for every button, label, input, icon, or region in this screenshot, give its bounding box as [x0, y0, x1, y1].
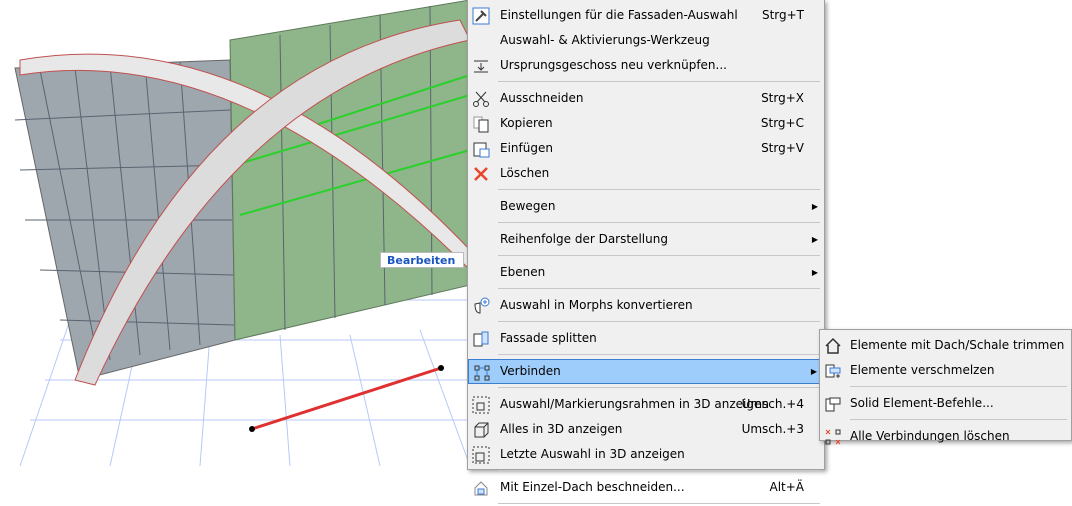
menu-item-verbinden[interactable]: Verbinden ▶ — [468, 359, 824, 384]
menu-separator — [498, 222, 820, 223]
menu-item-letzte-auswahl-in-3d-anzeigen[interactable]: Letzte Auswahl in 3D anzeigen — [468, 442, 824, 467]
morph-icon — [472, 297, 490, 315]
menu-item-label: Bewegen — [500, 199, 556, 213]
menu-item-label: Alles in 3D anzeigen — [500, 422, 623, 436]
facade-split-icon — [472, 330, 490, 348]
menu-item-label: Reihenfolge der Darstellung — [500, 232, 668, 246]
menu-item-fassade-splitten[interactable]: Fassade splitten — [468, 326, 824, 351]
cube-icon — [472, 421, 490, 439]
menu-separator — [498, 470, 820, 471]
menu-item-einfügen[interactable]: Einfügen Strg+V — [468, 136, 824, 161]
submenu-item-elemente-verschmelzen[interactable]: Elemente verschmelzen — [820, 358, 1071, 383]
menu-item-label: Einfügen — [500, 141, 553, 155]
menu-item-label: Elemente mit Dach/Schale trimmen — [850, 338, 1065, 352]
shortcut-label: Umsch.+4 — [741, 397, 804, 411]
menu-separator — [498, 81, 820, 82]
submenu-verbinden: Elemente mit Dach/Schale trimmen Elemente… — [819, 329, 1072, 445]
menu-item-auswahl-aktivierungs-werkzeug[interactable]: Auswahl- & Aktivierungs-Werkzeug — [468, 28, 824, 53]
menu-separator — [498, 189, 820, 190]
menu-item-label: Solid Element-Befehle... — [850, 396, 994, 410]
roof-trim-icon — [472, 479, 490, 497]
submenu-item-elemente-mit-dach-schale-trimmen[interactable]: Elemente mit Dach/Schale trimmen — [820, 333, 1071, 358]
copy-icon — [472, 115, 490, 133]
menu-separator — [498, 288, 820, 289]
submenu-arrow-icon: ▶ — [810, 367, 817, 376]
submenu-arrow-icon: ▶ — [811, 235, 818, 244]
submenu-arrow-icon: ▶ — [811, 202, 818, 211]
menu-item-label: Elemente verschmelzen — [850, 363, 995, 377]
menu-item-auswahl-in-morphs-konvertieren[interactable]: Auswahl in Morphs konvertieren — [468, 293, 824, 318]
scissors-icon — [472, 90, 490, 108]
menu-separator — [498, 354, 820, 355]
facade-green — [229, 0, 471, 341]
menu-item-label: Alle Verbindungen löschen — [850, 429, 1010, 443]
menu-item-label: Mit Einzel-Dach beschneiden... — [500, 480, 685, 494]
menu-item-label: Auswahl/Markierungsrahmen in 3D anzeigen — [500, 397, 769, 411]
submenu-arrow-icon: ▶ — [811, 268, 818, 277]
menu-separator — [498, 387, 820, 388]
delete-connections-icon — [824, 428, 842, 446]
line-endpoint[interactable] — [249, 426, 255, 432]
menu-separator — [850, 386, 1067, 387]
menu-item-mit-einzel-dach-beschneiden[interactable]: Mit Einzel-Dach beschneiden... Alt+Ä — [468, 475, 824, 500]
submenu-item-solid-element-befehle[interactable]: Solid Element-Befehle... — [820, 391, 1071, 416]
menu-separator — [498, 503, 820, 504]
menu-item-label: Ebenen — [500, 265, 546, 279]
settings-hammer-icon — [472, 7, 490, 25]
shortcut-label: Strg+X — [761, 91, 804, 105]
merge-icon — [824, 362, 842, 380]
shortcut-label: Strg+T — [761, 8, 804, 22]
menu-item-ursprungsgeschoss-neu-verknüpfen[interactable]: Ursprungsgeschoss neu verknüpfen... — [468, 53, 824, 78]
roof-icon — [824, 337, 842, 355]
shortcut-label: Strg+C — [760, 116, 804, 130]
connect-icon — [473, 364, 491, 382]
menu-item-einstellungen-für-die-fassaden-auswahl[interactable]: Einstellungen für die Fassaden-Auswahl St… — [468, 3, 824, 28]
menu-item-label: Ausschneiden — [500, 91, 584, 105]
menu-item-löschen[interactable]: Löschen — [468, 161, 824, 186]
cube-last-icon — [472, 446, 490, 464]
menu-item-label: Letzte Auswahl in 3D anzeigen — [500, 447, 685, 461]
shortcut-label: Alt+Ä — [769, 480, 804, 494]
menu-item-label: Verbinden — [500, 364, 561, 378]
shortcut-label: Umsch.+3 — [741, 422, 804, 436]
menu-item-label: Ursprungsgeschoss neu verknüpfen... — [500, 58, 727, 72]
menu-item-alles-in-3d-anzeigen[interactable]: Alles in 3D anzeigen Umsch.+3 — [468, 417, 824, 442]
menu-item-label: Kopieren — [500, 116, 553, 130]
menu-separator — [850, 419, 1067, 420]
menu-item-kopieren[interactable]: Kopieren Strg+C — [468, 111, 824, 136]
delete-x-icon — [472, 165, 490, 183]
submenu-item-alle-verbindungen-löschen[interactable]: Alle Verbindungen löschen — [820, 424, 1071, 449]
menu-item-label: Auswahl- & Aktivierungs-Werkzeug — [500, 33, 710, 47]
menu-item-ebenen[interactable]: Ebenen ▶ — [468, 260, 824, 285]
menu-item-label: Löschen — [500, 166, 550, 180]
menu-separator — [498, 321, 820, 322]
cube-dashed-icon — [472, 396, 490, 414]
menu-item-auswahl-markierungsrahmen-in-3d-anzeigen[interactable]: Auswahl/Markierungsrahmen in 3D anzeigen… — [468, 392, 824, 417]
solid-icon — [824, 395, 842, 413]
menu-item-label: Fassade splitten — [500, 331, 597, 345]
menu-item-bewegen[interactable]: Bewegen ▶ — [468, 194, 824, 219]
tooltip: Bearbeiten — [380, 252, 464, 268]
context-menu: Einstellungen für die Fassaden-Auswahl St… — [467, 0, 825, 504]
menu-separator — [498, 255, 820, 256]
story-link-icon — [472, 57, 490, 75]
menu-item-ausschneiden[interactable]: Ausschneiden Strg+X — [468, 86, 824, 111]
shortcut-label: Strg+V — [761, 141, 804, 155]
line-endpoint[interactable] — [438, 365, 444, 371]
paste-icon — [472, 140, 490, 158]
menu-item-label: Auswahl in Morphs konvertieren — [500, 298, 693, 312]
menu-item-label: Einstellungen für die Fassaden-Auswahl — [500, 8, 738, 22]
menu-item-reihenfolge-der-darstellung[interactable]: Reihenfolge der Darstellung ▶ — [468, 227, 824, 252]
